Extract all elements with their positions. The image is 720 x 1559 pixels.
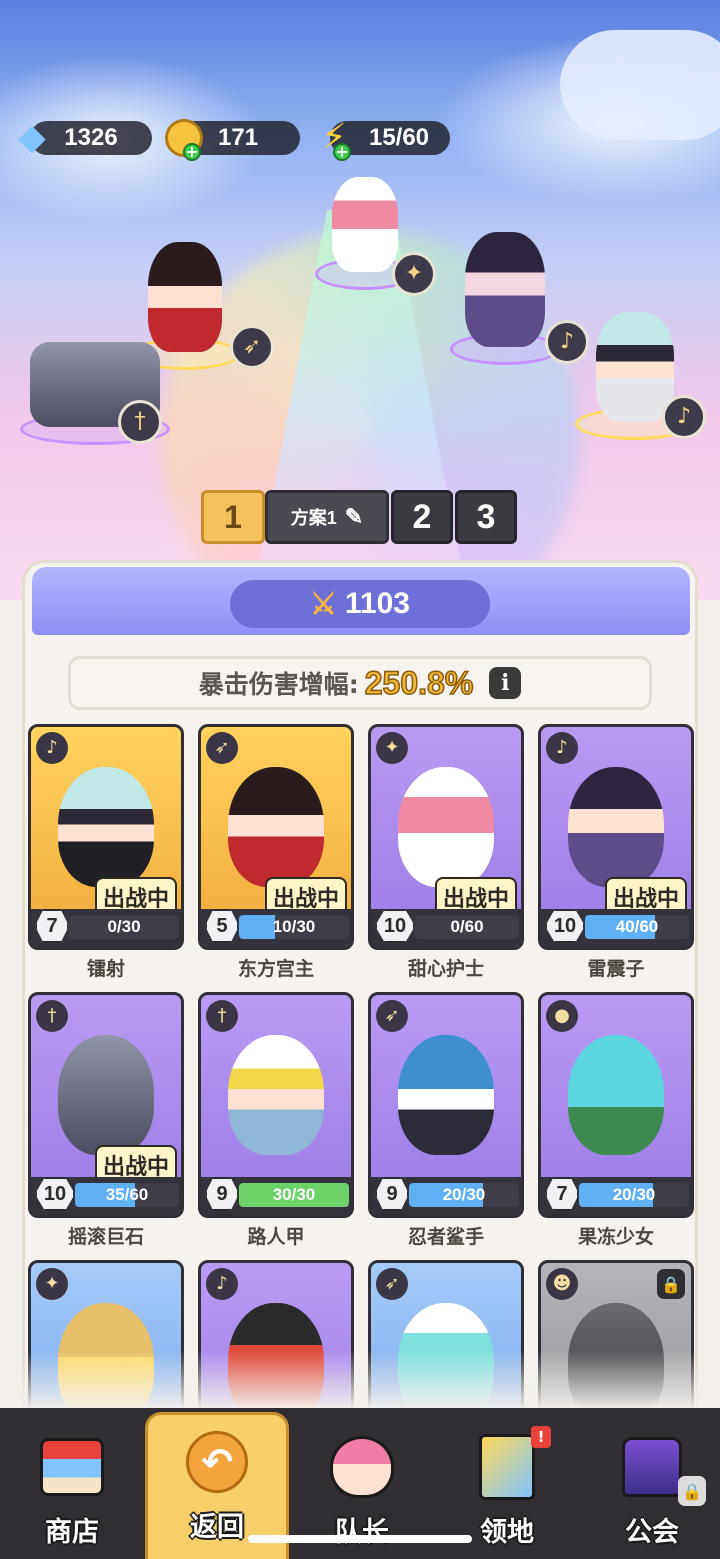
sword-icon: † [118,400,162,444]
plan-number: 2 [412,497,432,536]
nav-guild[interactable]: 公会 🔒 [580,1420,720,1559]
hero-name: 路人甲 [247,1226,305,1248]
hero-sprite [596,312,674,422]
hero-card[interactable]: ➶ 出战中 5 10/30 [198,724,354,950]
plan-name: 方案1 [290,508,337,528]
hero-portrait [398,767,494,887]
potion-icon: ● [546,1000,578,1032]
hero-portrait [58,767,154,887]
hero-portrait [568,1035,664,1155]
shard-progress: 0/30 [69,915,179,939]
lock-icon: 🔒 [657,1269,685,1299]
mage-icon: ♪ [36,732,68,764]
gems-value: 1326 [64,124,118,151]
hero-name: 甜心护士 [407,958,484,980]
hero-name: 雷震子 [587,958,645,980]
shard-progress: 40/60 [585,915,689,939]
hero-name: 镭射 [86,958,125,980]
shard-progress: 20/30 [409,1183,519,1207]
nav-back-label: 返回 [190,1512,244,1543]
plan-number: 1 [224,498,242,535]
progress-text: 10/30 [272,917,316,936]
hero-name: 忍者鲨手 [407,1226,484,1248]
shard-progress: 30/30 [239,1183,349,1207]
nav-guild-label: 公会 [625,1517,679,1548]
wings-icon: ✦ [376,732,408,764]
nav-captain-label: 队长 [335,1517,389,1548]
progress-text: 20/30 [442,1185,486,1204]
team-power-value: 1103 [344,587,410,620]
wings-icon: ✦ [392,252,436,296]
plan-tab-3[interactable]: 3 [455,490,517,544]
hero-portrait [58,1035,154,1155]
energy-value: 15/60 [368,124,430,151]
hero-name: 果冻少女 [577,1226,654,1248]
hero-card[interactable]: ♪ 出战中 10 40/60 [538,724,694,950]
plan-tab-2[interactable]: 2 [391,490,453,544]
grid-fade [0,1350,720,1410]
bow-icon: ➶ [206,732,238,764]
progress-text: 40/60 [615,917,659,936]
bow-icon: ➶ [376,1000,408,1032]
progress-text: 30/30 [272,1185,316,1204]
hero-card[interactable]: ➶ 9 20/30 [368,992,524,1218]
nav-shop[interactable]: 商店 [0,1420,144,1559]
hero-portrait [568,767,664,887]
plan-number: 3 [476,497,496,536]
diamond-icon: ◆ [18,117,46,158]
hero-name: 东方宫主 [237,958,314,980]
progress-text: 0/60 [450,917,484,936]
hero-name: 摇滚巨石 [67,1226,144,1248]
hero-card[interactable]: ♪ 出战中 7 0/30 [28,724,184,950]
hero-sprite [465,232,545,347]
progress-text: 0/30 [107,917,141,936]
plan-name-tab[interactable]: 方案1 ✎ [265,490,389,544]
mage-icon: ♪ [546,732,578,764]
sleeping-cloud [560,30,720,140]
mage-icon: ♪ [206,1268,238,1300]
notification-badge: ! [531,1426,551,1448]
add-energy-icon[interactable]: + [333,143,351,161]
home-indicator[interactable] [248,1535,472,1543]
hero-card[interactable]: ● 7 20/30 [538,992,694,1218]
info-icon[interactable]: i [489,667,522,699]
shard-progress: 35/60 [75,1183,179,1207]
progress-text: 35/60 [105,1185,149,1204]
hero-card[interactable]: † 9 30/30 [198,992,354,1218]
shop-icon [35,1430,109,1504]
hero-sprite [332,177,398,272]
nav-territory-label: 领地 [480,1517,534,1548]
hero-portrait [228,767,324,887]
bow-icon: ➶ [376,1268,408,1300]
bow-icon: ➶ [230,325,274,369]
sword-icon: ⚔ [310,587,337,621]
add-coins-icon[interactable]: + [183,143,201,161]
team-power: ⚔ 1103 [230,580,490,628]
crit-label: 暴击伤害增幅: [198,670,359,699]
lock-icon: 🔒 [678,1476,706,1506]
shard-progress: 0/60 [415,915,519,939]
mage-icon: ♪ [662,395,706,439]
demon-icon: ☻ [546,1268,578,1300]
captain-avatar-icon [325,1430,399,1504]
wings-icon: ✦ [36,1268,68,1300]
coins-value: 171 [217,124,259,151]
hero-card[interactable]: ✦ 出战中 10 0/60 [368,724,524,950]
progress-text: 20/30 [612,1185,656,1204]
sword-icon: † [206,1000,238,1032]
hero-portrait [228,1035,324,1155]
shard-progress: 10/30 [239,915,349,939]
sword-icon: † [36,1000,68,1032]
edit-icon[interactable]: ✎ [345,504,363,530]
nav-shop-label: 商店 [45,1517,99,1548]
hero-sprite [148,242,222,352]
formation-hero-thunder[interactable] [450,225,560,365]
crit-value: 250.8% [364,664,474,702]
shard-progress: 20/30 [579,1183,689,1207]
hero-card[interactable]: † 出战中 10 35/60 [28,992,184,1218]
crit-damage-bonus: 暴击伤害增幅: 250.8% i [68,656,652,710]
hero-portrait [398,1035,494,1155]
back-arrow-icon: ↶ [180,1425,254,1499]
plan-tab-1[interactable]: 1 [201,490,265,544]
